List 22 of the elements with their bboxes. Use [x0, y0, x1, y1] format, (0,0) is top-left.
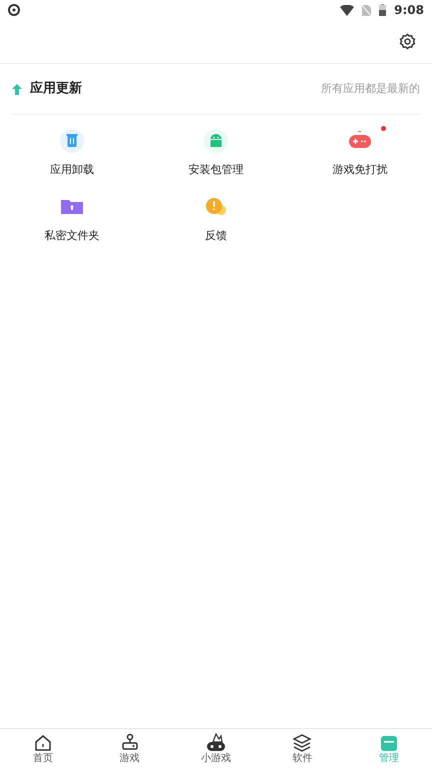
house-icon — [33, 732, 54, 752]
tool-item[interactable]: 反馈 — [144, 190, 288, 244]
tool-item[interactable]: 私密文件夹 — [0, 190, 144, 244]
flame-gamepad-icon — [206, 732, 226, 752]
no-sim-icon — [362, 4, 372, 16]
nav-tab[interactable]: 小游戏 — [186, 732, 246, 764]
wifi-icon — [340, 4, 354, 16]
tool-item[interactable]: 安装包管理 — [144, 125, 288, 178]
joystick-icon — [120, 732, 140, 752]
up-arrow-icon — [12, 84, 22, 94]
battery-icon — [379, 4, 386, 16]
layers-icon — [292, 732, 312, 752]
section-title: 应用更新 — [30, 80, 82, 98]
status-time: 9:08 — [394, 2, 424, 19]
nav-tab[interactable]: 首页 — [13, 732, 74, 764]
nav-tab[interactable]: 软件 — [272, 732, 332, 764]
tool-item[interactable]: 游戏免打扰 — [288, 125, 432, 178]
update-status: 所有应用都是最新的 — [321, 80, 420, 97]
tool-item[interactable]: 应用卸载 — [0, 125, 144, 178]
nav-tab[interactable]: 游戏 — [100, 732, 160, 764]
settings-icon[interactable] — [399, 33, 416, 50]
app-notification-icon — [8, 4, 20, 16]
